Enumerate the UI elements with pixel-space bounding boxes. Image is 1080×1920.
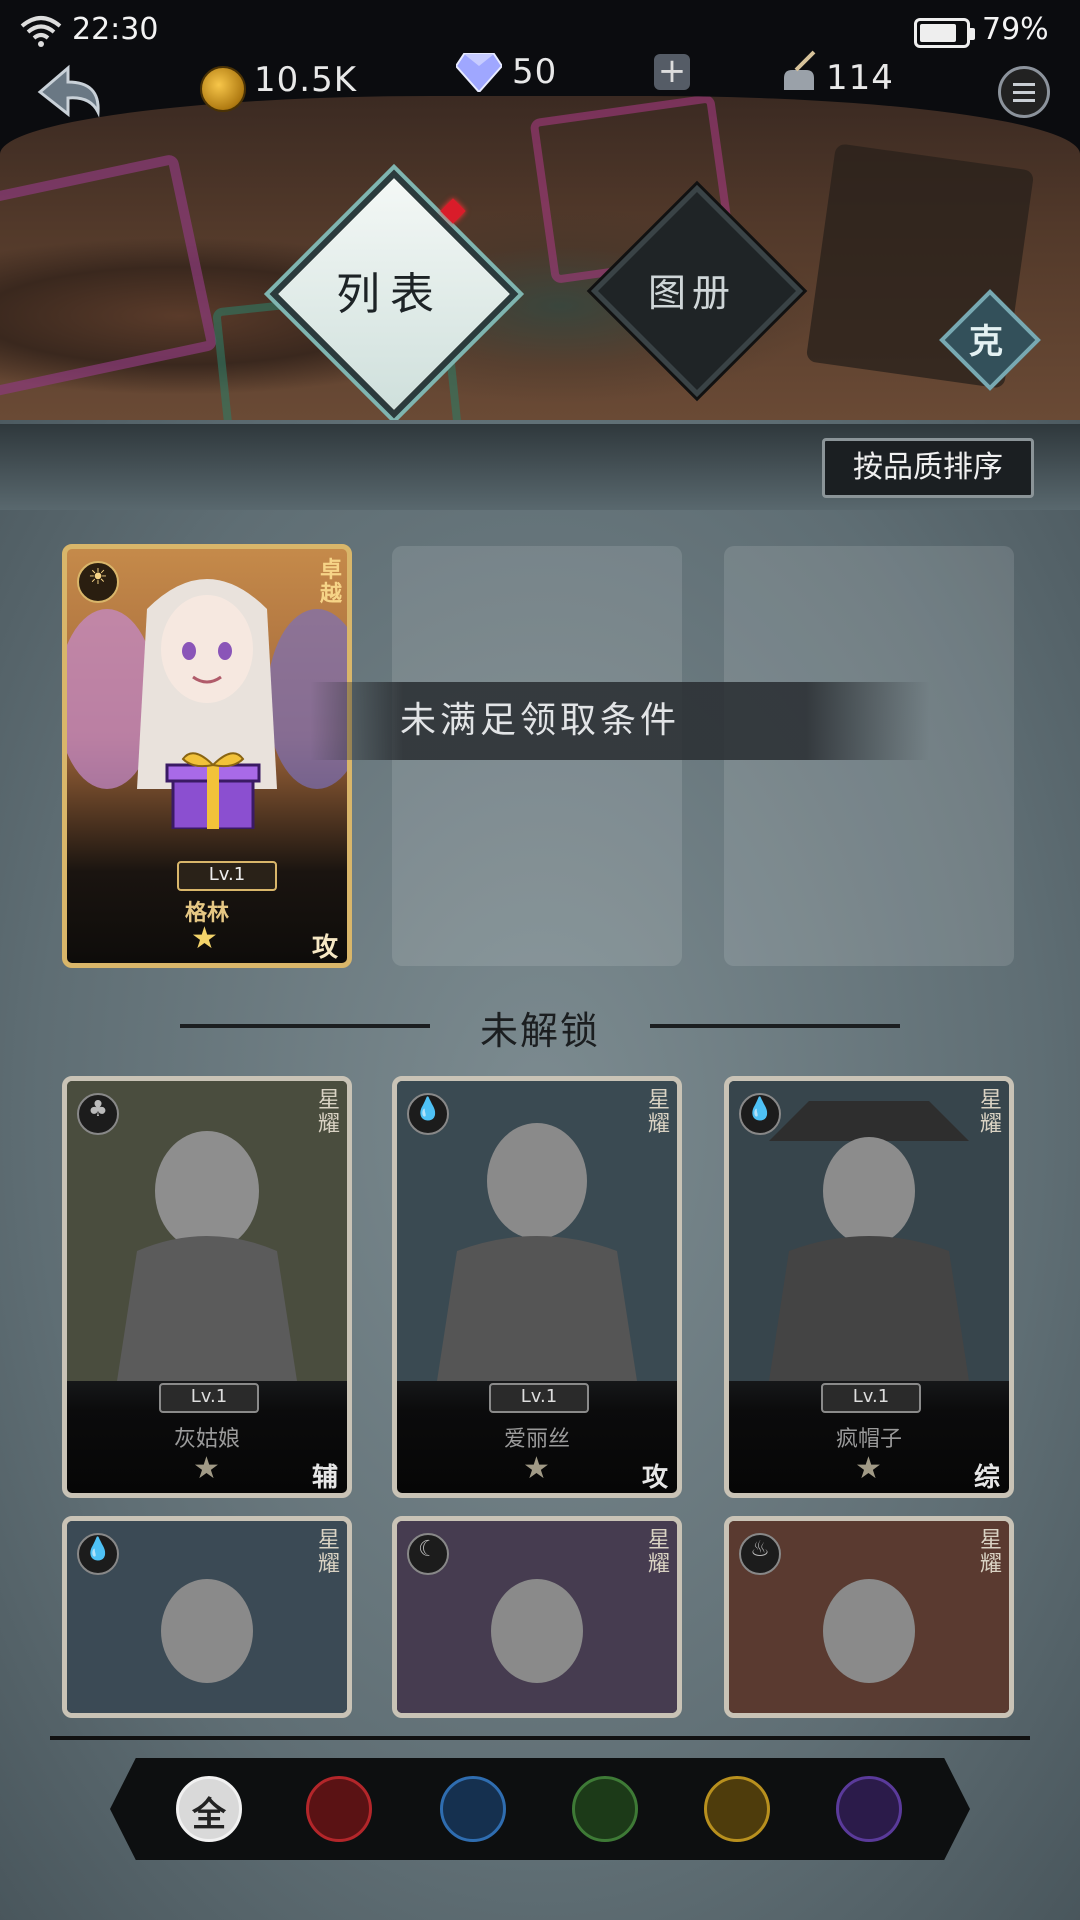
rarity-label: 星耀 (979, 1088, 1002, 1137)
sun-element-icon: ☀ (77, 561, 119, 603)
battery-percent: 79% (982, 12, 1049, 47)
filter-wood-icon[interactable] (572, 1776, 638, 1842)
hero-card[interactable]: 💧 星耀 (62, 1516, 352, 1718)
rarity-label: 星耀 (979, 1528, 1002, 1577)
locked-section-title: 未解锁 (479, 1009, 600, 1053)
rarity-label: 星耀 (317, 1088, 340, 1137)
rarity-label: 星耀 (317, 1528, 340, 1577)
battery-icon (914, 18, 975, 48)
water-element-icon: 💧 (407, 1093, 449, 1135)
hero-level: Lv.1 (821, 1383, 921, 1413)
featured-hero-card[interactable]: ☀ 卓越 Lv.1 格林 ★ 攻 (62, 544, 352, 968)
star-icon: ★ (191, 921, 218, 956)
fire-element-icon: ♨ (739, 1533, 781, 1575)
filter-all-button[interactable]: 全 (176, 1776, 242, 1842)
banner-background (0, 96, 1080, 420)
star-icon: ★ (855, 1451, 882, 1486)
role-label: 攻 (311, 933, 338, 963)
wifi-icon (20, 16, 62, 47)
coin-amount: 10.5K (254, 60, 357, 100)
ink-amount: 114 (826, 58, 894, 98)
hero-level: Lv.1 (177, 861, 277, 891)
tab-list-label: 列表 (336, 269, 444, 320)
star-icon: ★ (523, 1451, 550, 1486)
hero-card[interactable]: ♨ 星耀 (724, 1516, 1014, 1718)
water-element-icon: 💧 (739, 1093, 781, 1135)
leaf-element-icon: ♣ (77, 1093, 119, 1135)
gem-amount: 50 (512, 52, 558, 92)
divider-right (650, 1024, 900, 1028)
hero-card-mad-hatter[interactable]: 💧 星耀 Lv.1 疯帽子 ★ 综 (724, 1076, 1014, 1498)
role-label: 辅 (311, 1463, 338, 1493)
hero-name: 爱丽丝 (503, 1427, 570, 1452)
rarity-label: 星耀 (647, 1528, 670, 1577)
hero-level: Lv.1 (159, 1383, 259, 1413)
hero-name: 灰姑娘 (173, 1427, 240, 1452)
sort-by-quality-button[interactable]: 按品质排序 (822, 438, 1034, 498)
tab-atlas-label: 图册 (647, 271, 736, 315)
hero-card[interactable]: ☾ 星耀 (392, 1516, 682, 1718)
add-gems-button[interactable]: + (654, 54, 690, 90)
water-element-icon: 💧 (77, 1533, 119, 1575)
filter-water-icon[interactable] (440, 1776, 506, 1842)
diamond-icon (456, 53, 502, 92)
rarity-label: 星耀 (647, 1088, 670, 1137)
star-icon: ★ (193, 1451, 220, 1486)
counter-label: 克 (969, 322, 1003, 362)
hero-card-alice[interactable]: 💧 星耀 Lv.1 爱丽丝 ★ 攻 (392, 1076, 682, 1498)
filter-light-icon[interactable] (704, 1776, 770, 1842)
hero-name: 疯帽子 (835, 1427, 902, 1452)
role-label: 综 (973, 1463, 1000, 1493)
gift-box-icon (165, 752, 261, 829)
coin-icon (200, 66, 246, 112)
hero-level: Lv.1 (489, 1383, 589, 1413)
claim-condition-notice: 未满足领取条件 (310, 682, 930, 760)
filter-dark-icon[interactable] (836, 1776, 902, 1842)
role-label: 攻 (641, 1463, 668, 1493)
filter-fire-icon[interactable] (306, 1776, 372, 1842)
filter-divider (50, 1736, 1030, 1740)
moon-element-icon: ☾ (407, 1533, 449, 1575)
ink-bottle-icon (784, 50, 816, 90)
rarity-label: 卓越 (319, 558, 342, 607)
clock: 22:30 (72, 12, 159, 47)
back-arrow-icon[interactable] (28, 62, 106, 128)
hero-card-cinderella[interactable]: ♣ 星耀 Lv.1 灰姑娘 ★ 辅 (62, 1076, 352, 1498)
menu-button[interactable] (998, 66, 1050, 118)
